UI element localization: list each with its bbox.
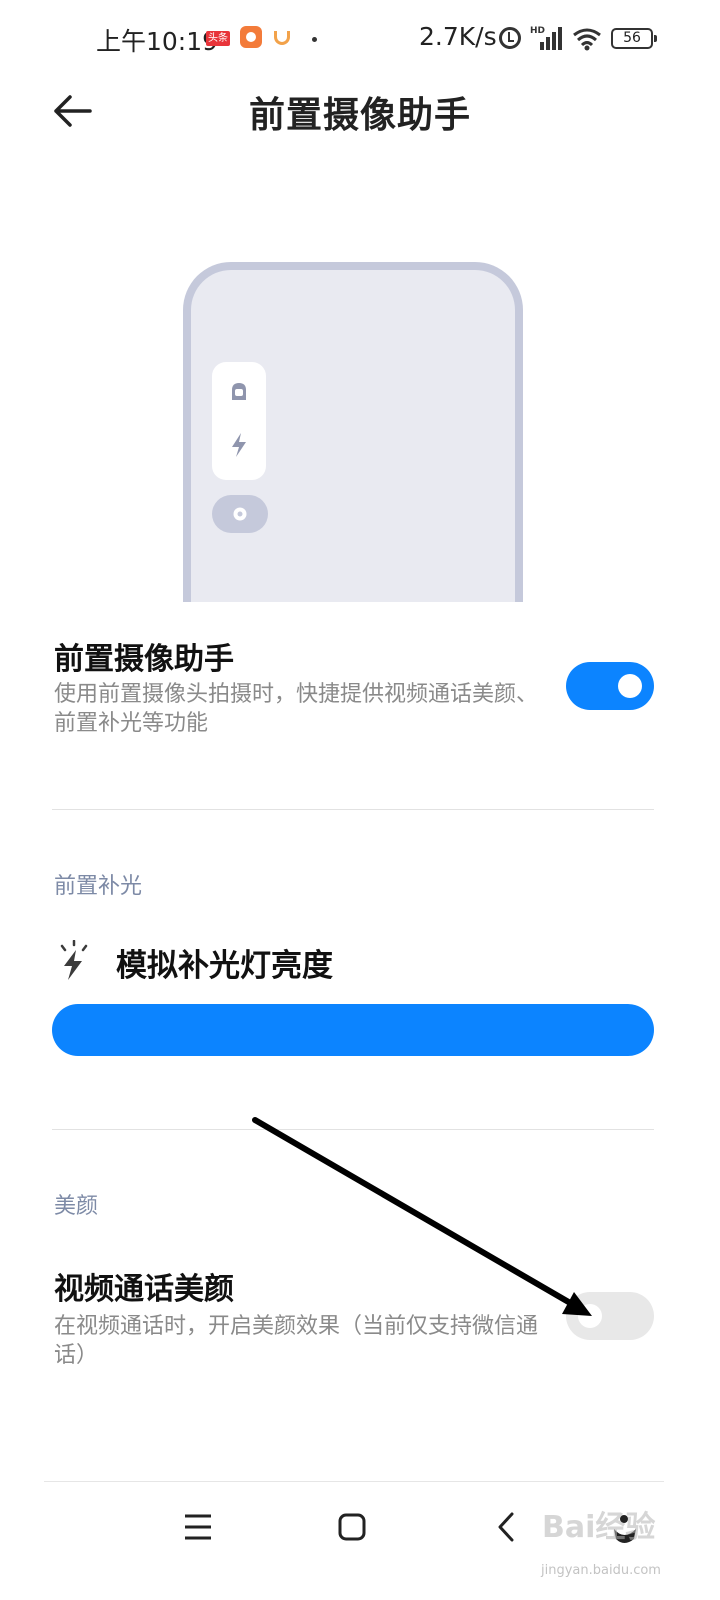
wifi-icon bbox=[573, 28, 601, 51]
battery-icon: 56 bbox=[611, 28, 657, 49]
flash-bolt-icon bbox=[232, 433, 246, 457]
divider bbox=[52, 809, 654, 810]
status-time: 上午10:19 bbox=[96, 27, 219, 56]
flash-brightness-icon bbox=[60, 940, 88, 980]
beauty-section-label: 美颜 bbox=[54, 1194, 99, 1219]
gear-icon bbox=[233, 507, 247, 521]
illustration-tool-panel bbox=[212, 362, 266, 480]
phone-illustration bbox=[183, 262, 523, 602]
alarm-icon bbox=[499, 27, 521, 49]
video-call-beauty-toggle[interactable] bbox=[566, 1292, 654, 1340]
fill-light-brightness-title: 模拟补光灯亮度 bbox=[116, 948, 333, 984]
fill-light-section-label: 前置补光 bbox=[54, 874, 143, 899]
network-speed: 2.7K/s bbox=[419, 22, 497, 51]
divider bbox=[52, 1129, 654, 1130]
watermark-url: jingyan.baidu.com bbox=[541, 1563, 661, 1578]
cellular-signal-icon: HD bbox=[530, 26, 564, 50]
app-notification-icon-2 bbox=[274, 31, 290, 45]
toggle-knob bbox=[578, 1304, 602, 1328]
illustration-settings-button bbox=[212, 495, 268, 533]
fill-light-brightness-slider[interactable] bbox=[52, 1004, 654, 1056]
menu-nav-icon[interactable] bbox=[176, 1505, 220, 1549]
hd-label: HD bbox=[530, 26, 546, 36]
nav-divider bbox=[44, 1481, 664, 1482]
front-camera-assistant-toggle[interactable] bbox=[566, 662, 654, 710]
front-camera-assistant-title: 前置摄像助手 bbox=[54, 642, 234, 677]
beauty-face-icon bbox=[232, 383, 246, 400]
home-nav-icon[interactable] bbox=[330, 1505, 374, 1549]
back-nav-icon[interactable] bbox=[486, 1505, 530, 1549]
app-notification-icon bbox=[240, 26, 262, 48]
page-title: 前置摄像助手 bbox=[248, 95, 471, 136]
baidu-jingyan-watermark: Bai经验 bbox=[542, 1510, 656, 1545]
front-camera-assistant-description: 使用前置摄像头拍摄时，快捷提供视频通话美颜、前置补光等功能 bbox=[54, 682, 539, 736]
toutiao-app-icon: 头条 bbox=[206, 31, 230, 46]
more-notifications-dot bbox=[312, 37, 317, 42]
video-call-beauty-description: 在视频通话时，开启美颜效果（当前仅支持微信通话） bbox=[54, 1314, 539, 1368]
video-call-beauty-title: 视频通话美颜 bbox=[54, 1272, 234, 1307]
status-bar: 上午10:19 头条 2.7K/s HD 56 bbox=[0, 0, 720, 80]
toggle-knob bbox=[618, 674, 642, 698]
